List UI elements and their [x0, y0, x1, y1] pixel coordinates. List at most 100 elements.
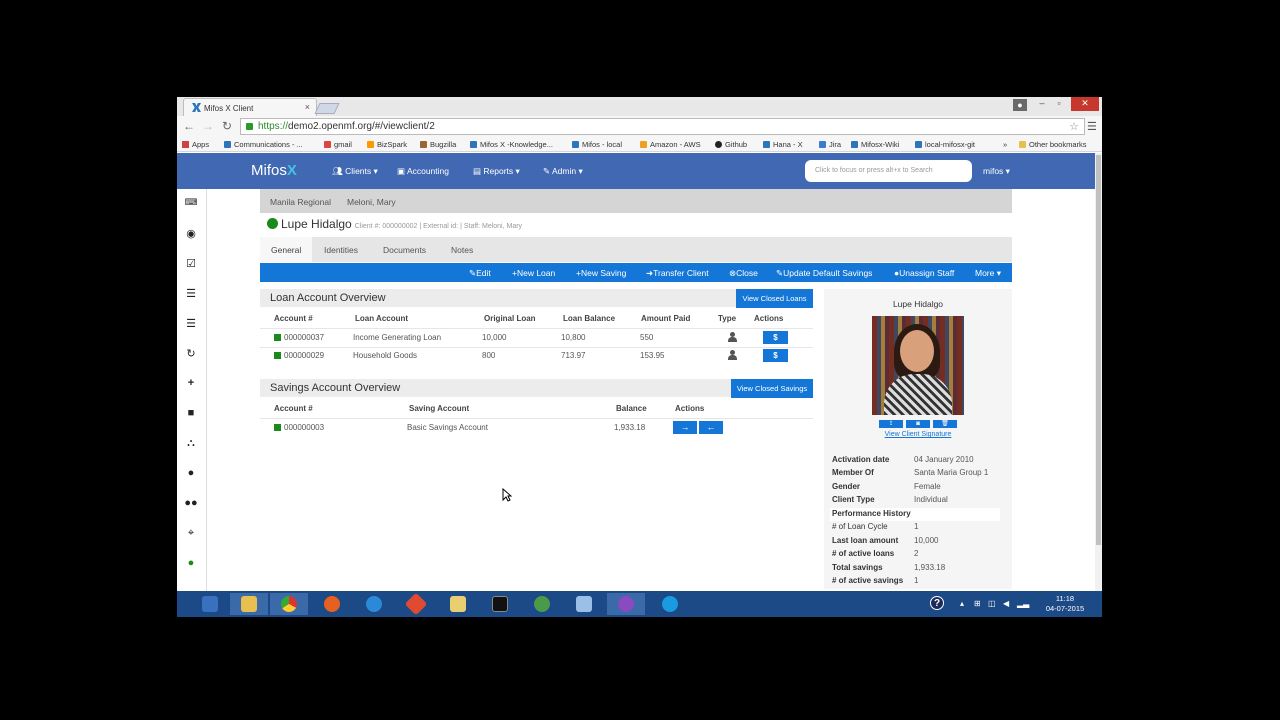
- group-icon[interactable]: ●●: [184, 497, 198, 509]
- bookmark-other[interactable]: Other bookmarks: [1019, 140, 1087, 149]
- bookmark-local-mifosx-git[interactable]: local-mifosx-git: [915, 140, 975, 149]
- nav-reports[interactable]: ▤ Reports ▾: [473, 166, 520, 177]
- edit-button[interactable]: ✎Edit: [469, 268, 491, 279]
- repayment-button[interactable]: $: [763, 349, 788, 362]
- scrollbar-thumb[interactable]: [1096, 155, 1101, 545]
- bookmark-apps[interactable]: Apps: [182, 140, 209, 149]
- taskbar-git[interactable]: [397, 592, 435, 616]
- browser-tab[interactable]: Mifos X Client ×: [183, 98, 317, 116]
- taskbar-start-app[interactable]: [191, 593, 229, 615]
- breadcrumb-office[interactable]: Manila Regional: [270, 197, 331, 207]
- new-saving-button[interactable]: +New Saving: [576, 268, 626, 278]
- keyboard-icon[interactable]: ⌨: [184, 197, 198, 208]
- tab-close-icon[interactable]: ×: [305, 102, 310, 112]
- tab-documents[interactable]: Documents: [383, 237, 426, 262]
- savings-account-number[interactable]: 000000003: [274, 423, 324, 432]
- sitemap-icon[interactable]: ⛬: [184, 437, 198, 450]
- bookmark-mifos-local[interactable]: Mifos - local: [572, 140, 622, 149]
- folder-icon[interactable]: ■: [184, 407, 198, 419]
- loan-account-number[interactable]: 000000029: [274, 351, 324, 360]
- new-loan-button[interactable]: +New Loan: [512, 268, 555, 278]
- dashboard-icon[interactable]: ◉: [184, 227, 198, 240]
- bookmark-jira[interactable]: Jira: [819, 140, 841, 149]
- close-window-icon[interactable]: ✕: [1071, 97, 1099, 111]
- taskbar-explorer[interactable]: [230, 593, 268, 615]
- tray-sync-icon[interactable]: ◫: [988, 599, 996, 608]
- taskbar-notepad[interactable]: [565, 593, 603, 615]
- loan-account-number[interactable]: 000000037: [274, 333, 324, 342]
- taskbar-app[interactable]: [607, 593, 645, 615]
- tray-app-icon[interactable]: ⊞: [974, 599, 981, 608]
- bookmark-mifosx-wiki[interactable]: Mifosx-Wiki: [851, 140, 899, 149]
- bookmark-hana[interactable]: Hana - X: [763, 140, 803, 149]
- taskbar-terminal[interactable]: [481, 593, 519, 615]
- help-tray-icon[interactable]: ?: [930, 596, 944, 610]
- plus-icon[interactable]: +: [184, 377, 198, 389]
- taskbar-heidisql[interactable]: [523, 593, 561, 615]
- reload-icon[interactable]: ↻: [222, 119, 232, 133]
- tab-identities[interactable]: Identities: [324, 237, 358, 262]
- update-default-savings-button[interactable]: ✎Update Default Savings: [776, 268, 872, 279]
- nav-user-menu[interactable]: mifos ▾: [983, 166, 1010, 177]
- help-icon[interactable]: ●: [184, 557, 198, 569]
- breadcrumb-staff[interactable]: Meloni, Mary: [347, 197, 396, 207]
- capture-photo-button[interactable]: ◙: [906, 420, 930, 428]
- url-input[interactable]: https://demo2.openmf.org/#/viewclient/2 …: [240, 118, 1085, 135]
- tab-notes[interactable]: Notes: [451, 237, 473, 262]
- list-icon[interactable]: ☰: [184, 287, 198, 300]
- nav-clients[interactable]: 👥︎ Clients ▾: [332, 166, 378, 177]
- bookmark-communications[interactable]: Communications - ...: [224, 140, 303, 149]
- bookmark-bugzilla[interactable]: Bugzilla: [420, 140, 456, 149]
- unassign-staff-button[interactable]: ●Unassign Staff: [894, 268, 954, 278]
- map-marker-icon[interactable]: ⌖: [184, 527, 198, 540]
- mifos-logo[interactable]: MifosX: [251, 162, 297, 179]
- taskbar-skype[interactable]: [651, 593, 689, 615]
- more-button[interactable]: More ▾: [975, 268, 1001, 279]
- back-icon[interactable]: ←: [183, 119, 195, 133]
- new-tab-button[interactable]: [314, 103, 340, 114]
- delete-photo-button[interactable]: 🗑︎: [933, 420, 957, 428]
- taskbar-folder[interactable]: [439, 593, 477, 615]
- view-closed-loans-button[interactable]: View Closed Loans: [736, 289, 813, 308]
- list-alt-icon[interactable]: ☰: [184, 317, 198, 330]
- user-icon[interactable]: ●: [184, 467, 198, 479]
- taskbar-chrome[interactable]: [270, 593, 308, 615]
- taskbar-ie[interactable]: [355, 593, 393, 615]
- deposit-button[interactable]: →: [673, 421, 697, 434]
- view-signature-link[interactable]: View Client Signature: [824, 431, 1012, 438]
- loan-account-name[interactable]: Income Generating Loan: [353, 333, 441, 342]
- bookmark-mifos-knowledge[interactable]: Mifos X -Knowledge...: [470, 140, 553, 149]
- user-profile-icon[interactable]: ●: [1013, 99, 1027, 111]
- nav-accounting[interactable]: ▣ Accounting: [397, 166, 449, 177]
- repayment-button[interactable]: $: [763, 331, 788, 344]
- tab-general[interactable]: General: [260, 237, 312, 262]
- withdraw-button[interactable]: ←: [699, 421, 723, 434]
- volume-icon[interactable]: ◀: [1003, 599, 1009, 608]
- bookmark-amazon-aws[interactable]: Amazon - AWS: [640, 140, 701, 149]
- taskbar-clock[interactable]: 11:18 04-07-2015: [1044, 594, 1086, 614]
- taskbar-firefox[interactable]: [313, 593, 351, 615]
- view-closed-savings-button[interactable]: View Closed Savings: [731, 379, 813, 398]
- maximize-icon[interactable]: ▫: [1052, 97, 1066, 111]
- checkbox-icon[interactable]: ☑: [184, 257, 198, 270]
- bookmark-bizspark[interactable]: BizSpark: [367, 140, 407, 149]
- search-input[interactable]: Click to focus or press alt+x to Search: [805, 160, 972, 182]
- savings-account-name[interactable]: Basic Savings Account: [407, 423, 488, 432]
- minimize-icon[interactable]: –: [1035, 97, 1049, 111]
- bookmark-gmail[interactable]: gmail: [324, 140, 352, 149]
- upload-photo-button[interactable]: ⇪: [879, 420, 903, 428]
- detail-value[interactable]: Santa Maria Group 1: [914, 468, 988, 477]
- network-icon[interactable]: ▂▃: [1017, 599, 1029, 608]
- transfer-client-button[interactable]: ➜Transfer Client: [646, 268, 709, 279]
- loan-account-name[interactable]: Household Goods: [353, 351, 417, 360]
- bookmark-star-icon[interactable]: ☆: [1069, 120, 1079, 133]
- browser-menu-icon[interactable]: ☰: [1087, 120, 1097, 133]
- close-client-button[interactable]: ⊗Close: [729, 268, 758, 279]
- tray-expand-icon[interactable]: ▴: [960, 599, 964, 608]
- nav-admin[interactable]: ✎ Admin ▾: [543, 166, 583, 177]
- bookmark-github[interactable]: Github: [715, 140, 747, 149]
- bookmarks-overflow[interactable]: »: [1003, 140, 1007, 149]
- page-scrollbar[interactable]: [1095, 153, 1102, 591]
- refresh-icon[interactable]: ↻: [184, 347, 198, 360]
- forward-icon[interactable]: →: [202, 119, 214, 133]
